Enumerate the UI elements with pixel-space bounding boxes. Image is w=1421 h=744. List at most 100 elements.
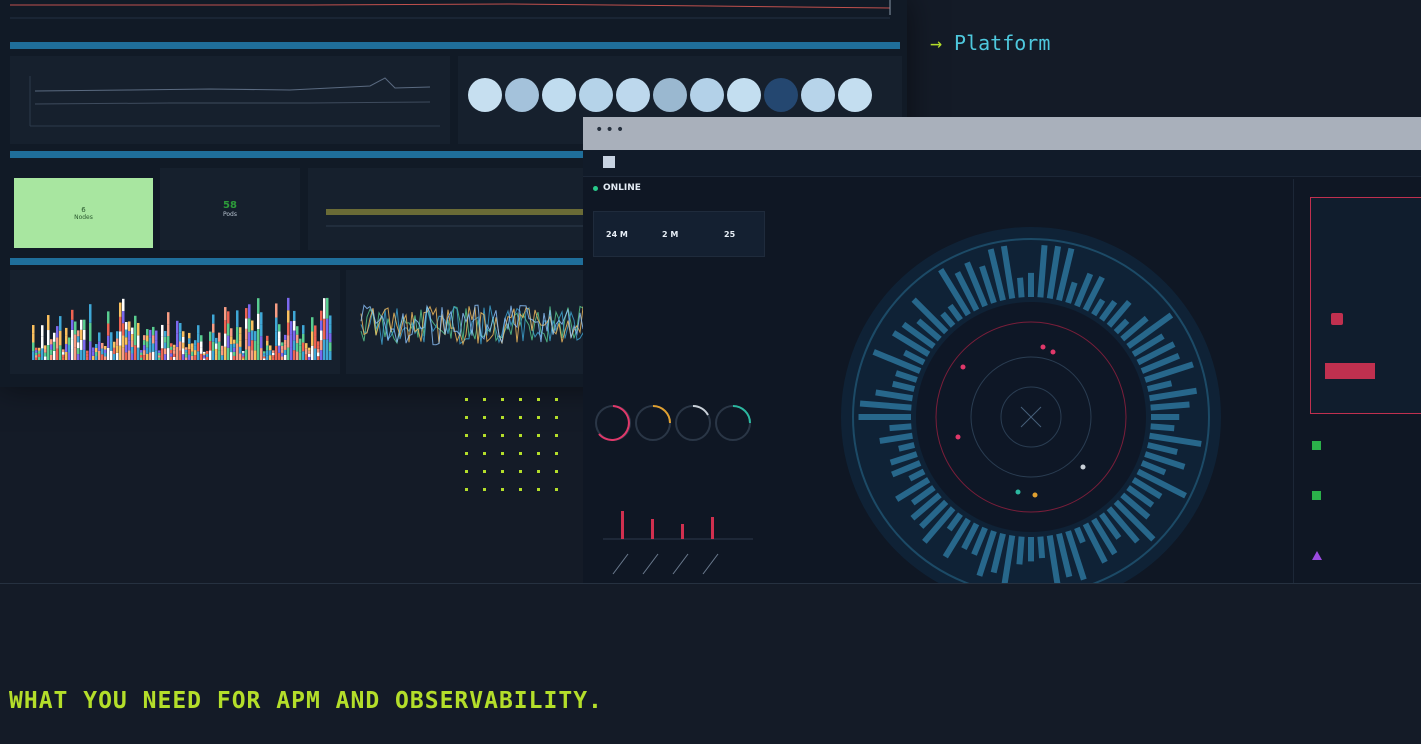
activity-action-button[interactable] bbox=[1325, 363, 1375, 379]
stacked-bar-segment bbox=[92, 355, 95, 360]
grid-dot bbox=[537, 398, 540, 401]
stacked-bar-segment bbox=[77, 354, 80, 360]
status-indicator: ONLINE bbox=[593, 183, 641, 193]
stacked-bar-segment bbox=[32, 342, 35, 352]
stacked-bar-segment bbox=[215, 337, 218, 344]
radar-radial-bar bbox=[1037, 536, 1046, 559]
stacked-bar-segment bbox=[149, 344, 152, 353]
stacked-bar-segment bbox=[212, 323, 215, 333]
stacked-bar-segment bbox=[182, 336, 185, 343]
stacked-bar-segment bbox=[278, 352, 281, 360]
stacked-bar-segment bbox=[281, 342, 284, 346]
stacked-bar-segment bbox=[146, 329, 149, 336]
stacked-bar-segment bbox=[173, 356, 176, 360]
pods-label: Pods bbox=[222, 211, 237, 218]
pods-tile: 58 Pods bbox=[160, 168, 300, 250]
stacked-bar-segment bbox=[47, 315, 50, 331]
stacked-bar-segment bbox=[239, 353, 242, 360]
stacked-bar-segment bbox=[170, 346, 173, 350]
stacked-bar-segment bbox=[83, 339, 86, 350]
stacked-bar-segment bbox=[215, 348, 218, 355]
stacked-bar-segment bbox=[251, 350, 254, 360]
stacked-bar-segment bbox=[44, 345, 47, 350]
stacked-bar-segment bbox=[314, 325, 317, 337]
stacked-bar-segment bbox=[257, 298, 260, 314]
stacked-bar-segment bbox=[161, 336, 164, 349]
stacked-bar-segment bbox=[161, 324, 164, 337]
stacked-bar-segment bbox=[188, 354, 191, 360]
stacked-bar-segment bbox=[287, 347, 290, 360]
stacked-bar-segment bbox=[239, 346, 242, 354]
stacked-bar-segment bbox=[188, 338, 191, 344]
stacked-bar-segment bbox=[269, 350, 272, 356]
stacked-bar-segment bbox=[227, 347, 230, 360]
grid-dot bbox=[537, 452, 540, 455]
stacked-bar-segment bbox=[320, 350, 323, 360]
stacked-bar-segment bbox=[95, 343, 98, 348]
stacked-bar-segment bbox=[263, 354, 266, 357]
stacked-bar-segment bbox=[62, 352, 65, 355]
stacked-bar-segment bbox=[206, 356, 209, 360]
stacked-bar-segment bbox=[89, 341, 92, 360]
stacked-bar-segment bbox=[245, 328, 248, 340]
stacked-bar-segment bbox=[308, 347, 311, 351]
right-arrow-icon: → bbox=[930, 31, 943, 55]
stacked-bar-segment bbox=[251, 340, 254, 351]
stacked-bar-segment bbox=[242, 351, 245, 353]
stacked-bar-segment bbox=[221, 345, 224, 351]
platform-link-label: Platform bbox=[954, 31, 1051, 55]
stacked-bar-segment bbox=[290, 321, 293, 335]
stacked-bar-segment bbox=[143, 345, 146, 351]
stacked-bar-segment bbox=[251, 320, 254, 331]
stacked-bar-segment bbox=[257, 313, 260, 330]
stacked-bar-segment bbox=[230, 328, 233, 337]
stacked-bar-segment bbox=[302, 325, 305, 334]
grid-dot bbox=[501, 434, 504, 437]
stacked-bar-segment bbox=[173, 344, 176, 348]
stacked-bar-segment bbox=[164, 336, 167, 343]
pods-count: 58 bbox=[223, 200, 237, 211]
stacked-bar-segment bbox=[50, 339, 53, 345]
stacked-bar-segment bbox=[128, 350, 131, 360]
stacked-bar-segment bbox=[176, 320, 179, 334]
stacked-bar-segment bbox=[308, 353, 311, 357]
stacked-bar-segment bbox=[242, 358, 245, 360]
stacked-bar-segment bbox=[239, 327, 242, 334]
stacked-bar-segment bbox=[98, 350, 101, 360]
stacked-bar-segment bbox=[110, 341, 113, 351]
section-heading: WHAT YOU NEED FOR APM AND OBSERVABILITY. bbox=[9, 688, 603, 714]
stacked-bar-segment bbox=[62, 354, 65, 358]
platform-link[interactable]: → Platform bbox=[930, 31, 1050, 55]
activity-card bbox=[1310, 197, 1421, 414]
stacked-bar-segment bbox=[314, 348, 317, 360]
stacked-bar-segment bbox=[287, 297, 290, 311]
stacked-bar-segment bbox=[71, 309, 74, 320]
stacked-bar-segment bbox=[233, 355, 236, 360]
stacked-bar-segment bbox=[299, 352, 302, 360]
grid-dot bbox=[465, 416, 468, 419]
stacked-bar-segment bbox=[83, 329, 86, 340]
stacked-bar-segment bbox=[92, 351, 95, 356]
stacked-bar-segment bbox=[164, 342, 167, 349]
stacked-bar-segment bbox=[317, 341, 320, 346]
stacked-bar-segment bbox=[134, 345, 137, 360]
stacked-bar-segment bbox=[44, 356, 47, 360]
grid-dot bbox=[483, 416, 486, 419]
stacked-bar-segment bbox=[53, 341, 56, 351]
stacked-bar-segment bbox=[134, 330, 137, 346]
stacked-bar-segment bbox=[167, 312, 170, 325]
stacked-bar-segment bbox=[161, 348, 164, 360]
stacked-bar-segment bbox=[323, 318, 326, 340]
stacked-bar-segment bbox=[38, 356, 41, 360]
stacked-bar-segment bbox=[245, 318, 248, 329]
stacked-bar-segment bbox=[125, 352, 128, 360]
stacked-bar-segment bbox=[116, 331, 119, 339]
stacked-bar-segment bbox=[200, 353, 203, 360]
stacked-bar-segment bbox=[242, 352, 245, 355]
stacked-bar-segment bbox=[149, 352, 152, 360]
stacked-bar-segment bbox=[260, 348, 263, 360]
stacked-bar-segment bbox=[41, 348, 44, 360]
stacked-bar-segment bbox=[95, 347, 98, 352]
stacked-bar-segment bbox=[278, 338, 281, 346]
stacked-bar-segment bbox=[47, 330, 50, 346]
